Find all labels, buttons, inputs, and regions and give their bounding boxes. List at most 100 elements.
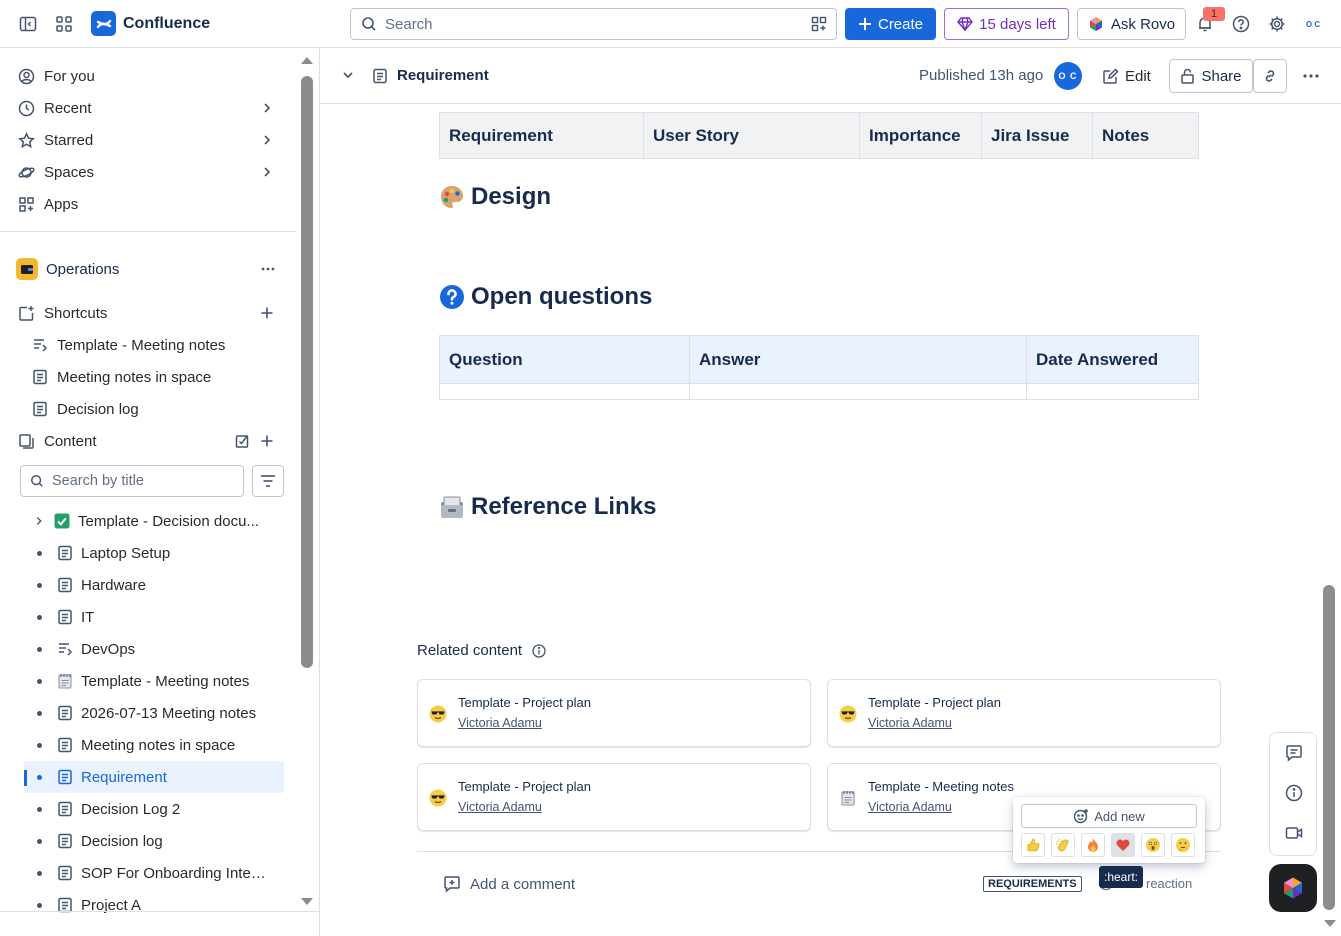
create-content-icon[interactable] — [235, 433, 251, 449]
page-icon — [57, 609, 73, 625]
rovo-chat-button[interactable] — [1269, 864, 1317, 912]
sidebar-item-apps[interactable]: Apps — [18, 189, 280, 219]
more-options-icon[interactable] — [260, 261, 276, 277]
chevron-right-icon[interactable] — [260, 165, 274, 179]
spaces-icon — [18, 164, 35, 181]
ask-rovo-button[interactable]: Ask Rovo — [1077, 8, 1186, 40]
content-search[interactable] — [20, 465, 244, 497]
lock-icon — [1180, 68, 1195, 84]
tree-item[interactable]: Project A — [24, 889, 284, 921]
related-content-title: Related content — [417, 642, 546, 659]
ask-rovo-label: Ask Rovo — [1110, 15, 1176, 33]
table-cell[interactable] — [1026, 383, 1199, 400]
tree-item[interactable]: Template - Decision docu... — [24, 505, 284, 537]
table-row[interactable] — [439, 383, 1199, 400]
filter-icon[interactable] — [252, 465, 284, 497]
copy-link-icon[interactable] — [1253, 59, 1287, 93]
comments-icon[interactable] — [1284, 743, 1304, 763]
card-author-link[interactable]: Victoria Adamu — [868, 716, 952, 730]
tree-item-label: Template - Meeting notes — [81, 672, 250, 690]
add-shortcut-icon[interactable] — [260, 306, 274, 320]
create-button[interactable]: Create — [845, 8, 936, 40]
shortcuts-header[interactable]: Shortcuts — [18, 298, 280, 328]
tree-item-active[interactable]: Requirement — [24, 761, 284, 793]
sidebar: For you Recent Starred Spaces Apps Opera… — [0, 48, 320, 936]
content-header[interactable]: Content — [18, 426, 280, 456]
tree-item[interactable]: Hardware — [24, 569, 284, 601]
tree-item-label: SOP For Onboarding Inter... — [81, 864, 266, 882]
tree-item[interactable]: 2026-07-13 Meeting notes — [24, 697, 284, 729]
page-label-tag[interactable]: REQUIREMENTS — [983, 876, 1082, 892]
tree-item[interactable]: Laptop Setup — [24, 537, 284, 569]
table-header: Answer — [689, 335, 1027, 384]
sidebar-item-for-you[interactable]: For you — [18, 61, 280, 91]
add-comment-label: Add a comment — [470, 875, 576, 893]
table-cell[interactable] — [439, 383, 690, 400]
add-comment-button[interactable]: Add a comment — [443, 875, 575, 893]
published-status[interactable]: Published 13h ago — [919, 67, 1043, 84]
help-icon[interactable] — [1229, 12, 1253, 36]
shortcut-item[interactable]: Meeting notes in space — [32, 362, 282, 392]
video-icon[interactable] — [1284, 823, 1304, 843]
bullet-icon — [37, 774, 42, 780]
shortcut-item[interactable]: Decision log — [32, 394, 282, 424]
shortcut-item[interactable]: Template - Meeting notes — [32, 330, 282, 360]
page-scroll-thumb[interactable] — [1323, 585, 1335, 910]
settings-gear-icon[interactable] — [1265, 12, 1289, 36]
thinking-emoji-icon[interactable] — [1171, 833, 1195, 857]
palette-emoji-icon — [439, 184, 465, 210]
search-filter-icon[interactable] — [811, 16, 827, 32]
tree-item[interactable]: SOP For Onboarding Inter... — [24, 857, 284, 889]
related-content-card[interactable]: Template - Project plan Victoria Adamu — [827, 679, 1221, 747]
sidebar-item-recent[interactable]: Recent — [18, 93, 280, 123]
tree-item[interactable]: Meeting notes in space — [24, 729, 284, 761]
astonished-emoji-icon[interactable] — [1141, 833, 1165, 857]
heading-text: Design — [471, 183, 552, 210]
sidebar-item-spaces[interactable]: Spaces — [18, 157, 280, 187]
add-new-reaction-button[interactable]: Add new — [1021, 804, 1197, 828]
confluence-logo[interactable]: Confluence — [91, 11, 210, 36]
fire-emoji-icon[interactable] — [1081, 833, 1105, 857]
chevron-right-icon[interactable] — [33, 515, 45, 527]
avatar[interactable]: O C — [1054, 62, 1082, 90]
related-content-card[interactable]: Template - Project plan Victoria Adamu — [417, 679, 811, 747]
clap-emoji-icon[interactable] — [1051, 833, 1075, 857]
more-actions-icon[interactable] — [1296, 61, 1326, 91]
sidebar-toggle-icon[interactable] — [16, 12, 40, 36]
requirements-table: Requirement User Story Importance Jira I… — [439, 112, 1199, 159]
page-icon — [32, 401, 48, 417]
content-search-input[interactable] — [52, 473, 232, 489]
edit-button[interactable]: Edit — [1102, 61, 1151, 91]
bullet-icon — [37, 838, 42, 844]
open-questions-table: Question Answer Date Answered — [439, 335, 1199, 400]
chevron-down-icon[interactable] — [341, 68, 355, 82]
trial-button[interactable]: 15 days left — [944, 8, 1069, 40]
share-button[interactable]: Share — [1169, 59, 1253, 93]
tree-item[interactable]: DevOps — [24, 633, 284, 665]
profile-avatar[interactable]: O C — [1301, 12, 1325, 36]
sidebar-item-starred[interactable]: Starred — [18, 125, 280, 155]
card-author-link[interactable]: Victoria Adamu — [458, 800, 542, 814]
card-author-link[interactable]: Victoria Adamu — [458, 716, 542, 730]
info-icon[interactable] — [532, 643, 546, 658]
tree-item[interactable]: Decision log — [24, 825, 284, 857]
related-content-card[interactable]: Template - Project plan Victoria Adamu — [417, 763, 811, 831]
tree-item-label: Hardware — [81, 576, 147, 594]
tree-item[interactable]: Template - Meeting notes — [24, 665, 284, 697]
sidebar-scroll-thumb[interactable] — [301, 76, 313, 668]
chevron-right-icon[interactable] — [260, 101, 274, 115]
bullet-icon — [37, 806, 42, 812]
card-author-link[interactable]: Victoria Adamu — [868, 800, 952, 814]
thumbs-up-emoji-icon[interactable] — [1021, 833, 1045, 857]
chevron-right-icon[interactable] — [260, 133, 274, 147]
global-search[interactable] — [350, 8, 837, 40]
table-cell[interactable] — [689, 383, 1027, 400]
tree-item[interactable]: IT — [24, 601, 284, 633]
details-info-icon[interactable] — [1284, 783, 1304, 803]
search-input[interactable] — [385, 15, 785, 33]
add-content-icon[interactable] — [260, 434, 274, 448]
app-switcher-icon[interactable] — [52, 12, 76, 36]
heart-emoji-icon[interactable] — [1111, 833, 1135, 857]
tree-item[interactable]: Decision Log 2 — [24, 793, 284, 825]
space-header[interactable]: Operations — [16, 256, 284, 282]
